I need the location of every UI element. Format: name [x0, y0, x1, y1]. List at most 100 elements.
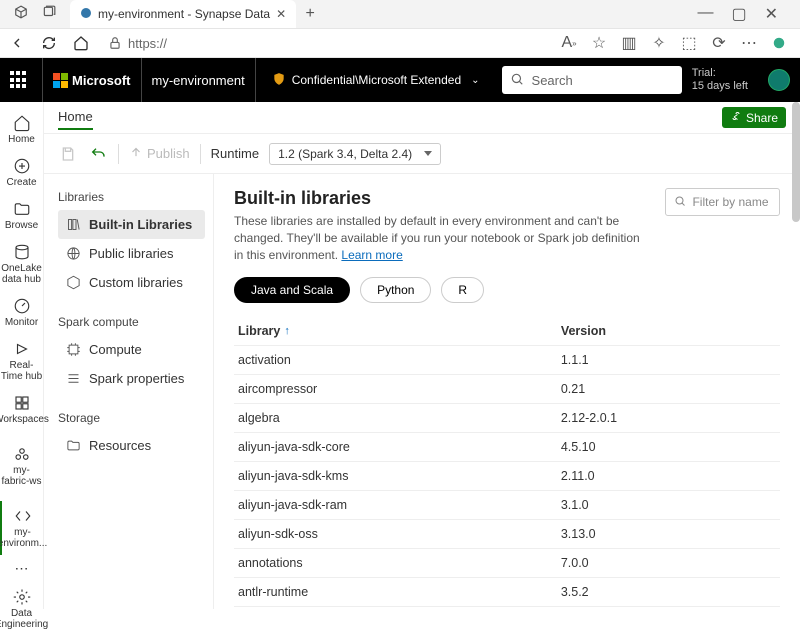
- share-button[interactable]: Share: [722, 107, 786, 128]
- sensitivity-text: Confidential\Microsoft Extended: [292, 73, 461, 87]
- tab-python[interactable]: Python: [360, 277, 431, 303]
- rail-data-engineering[interactable]: Data Engineering: [0, 582, 43, 638]
- scrollbar-thumb[interactable]: [792, 102, 800, 222]
- left-nav-rail: Home Create Browse OneLake data hub Moni…: [0, 102, 44, 609]
- table-row: algebra2.12-2.0.1: [234, 404, 780, 433]
- url-text: https://: [128, 36, 167, 51]
- rail-realtime[interactable]: Real-Time hub: [0, 334, 43, 388]
- search-placeholder: Search: [532, 73, 573, 88]
- workspaces-icon: [13, 394, 31, 412]
- library-name: aliyun-java-sdk-ram: [238, 498, 561, 512]
- sync-icon[interactable]: ⟳: [710, 34, 728, 52]
- column-header-library[interactable]: Library↑: [238, 324, 561, 338]
- back-button[interactable]: [6, 32, 28, 54]
- gear-icon: [13, 588, 31, 606]
- lock-icon: [108, 36, 122, 50]
- sidebar-item-custom-libraries[interactable]: Custom libraries: [58, 268, 205, 297]
- column-header-version[interactable]: Version: [561, 324, 776, 338]
- tabs-icon[interactable]: [42, 5, 56, 24]
- library-version: 2.12-2.0.1: [561, 411, 776, 425]
- library-version: 4.5.10: [561, 440, 776, 454]
- rail-monitor[interactable]: Monitor: [0, 291, 43, 334]
- close-window-icon[interactable]: ✕: [765, 4, 778, 24]
- library-name: aircompressor: [238, 382, 561, 396]
- rail-create[interactable]: Create: [0, 151, 43, 194]
- tab-r[interactable]: R: [441, 277, 484, 303]
- refresh-button[interactable]: [38, 32, 60, 54]
- publish-icon: [129, 145, 143, 162]
- environment-name[interactable]: my-environment: [152, 58, 256, 102]
- more-icon: ⋯: [15, 561, 29, 576]
- rail-home[interactable]: Home: [0, 108, 43, 151]
- search-box[interactable]: Search: [502, 66, 682, 94]
- properties-icon: [66, 371, 81, 386]
- maximize-icon[interactable]: ▢: [731, 4, 746, 24]
- window-controls: — ▢ ✕: [679, 4, 796, 24]
- breadcrumb-home[interactable]: Home: [58, 109, 93, 130]
- add-tab-button[interactable]: +: [296, 0, 324, 28]
- monitor-icon: [13, 297, 31, 315]
- rail-workspaces[interactable]: Workspaces: [0, 388, 43, 431]
- workspace-icon: [13, 445, 31, 463]
- url-bar[interactable]: https://: [102, 36, 550, 51]
- shield-icon: [272, 72, 286, 89]
- publish-button[interactable]: Publish: [129, 145, 190, 162]
- share-icon: [730, 110, 742, 125]
- plus-circle-icon: [13, 157, 31, 175]
- breadcrumb-bar: Home Share: [44, 102, 800, 134]
- collections-icon[interactable]: ✧: [650, 34, 668, 52]
- search-icon: [510, 72, 524, 89]
- rail-onelake[interactable]: OneLake data hub: [0, 237, 43, 291]
- sidebar-item-public-libraries[interactable]: Public libraries: [58, 239, 205, 268]
- read-aloud-icon[interactable]: A»: [560, 34, 578, 52]
- favorite-icon[interactable]: ☆: [590, 34, 608, 52]
- tab-java-scala[interactable]: Java and Scala: [234, 277, 350, 303]
- filter-input[interactable]: Filter by name: [665, 188, 780, 216]
- table-row: aliyun-java-sdk-ram3.1.0: [234, 491, 780, 520]
- microsoft-logo[interactable]: Microsoft: [42, 58, 142, 102]
- sidebar-section-libraries: Libraries: [58, 190, 205, 204]
- toolbar-separator: [118, 144, 119, 164]
- compute-icon: [66, 342, 81, 357]
- close-icon[interactable]: ✕: [276, 7, 286, 21]
- rail-my-fabric-ws[interactable]: my-fabric-ws: [0, 439, 43, 493]
- app-launcher-icon[interactable]: [10, 71, 28, 89]
- table-row: aircompressor0.21: [234, 375, 780, 404]
- rail-browse[interactable]: Browse: [0, 194, 43, 237]
- table-row: annotations7.0.0: [234, 549, 780, 578]
- split-icon[interactable]: ▥: [620, 34, 638, 52]
- database-icon: [13, 243, 31, 261]
- runtime-select[interactable]: 1.2 (Spark 3.4, Delta 2.4): [269, 143, 441, 165]
- browser-right-icons: A» ☆ ▥ ✧ ⬚ ⟳ ⋯: [560, 34, 794, 52]
- main-panel: Built-in libraries These libraries are i…: [214, 174, 800, 609]
- rail-more[interactable]: ⋯: [0, 555, 43, 582]
- extensions-icon[interactable]: ⬚: [680, 34, 698, 52]
- rail-my-environment[interactable]: my-environm...: [0, 501, 43, 555]
- home-icon: [13, 114, 31, 132]
- package-icon: [66, 275, 81, 290]
- minimize-icon[interactable]: —: [697, 4, 713, 24]
- library-name: annotations: [238, 556, 561, 570]
- library-name: aliyun-java-sdk-kms: [238, 469, 561, 483]
- table-row: aliyun-sdk-oss3.13.0: [234, 520, 780, 549]
- cube-icon[interactable]: [14, 5, 28, 24]
- sidebar-item-compute[interactable]: Compute: [58, 335, 205, 364]
- content-area: Libraries Built-in Libraries Public libr…: [44, 174, 800, 609]
- more-icon[interactable]: ⋯: [740, 34, 758, 52]
- toolbar-separator: [200, 144, 201, 164]
- avatar[interactable]: [768, 69, 790, 91]
- learn-more-link[interactable]: Learn more: [341, 248, 402, 262]
- table-row: aliyun-java-sdk-core4.5.10: [234, 433, 780, 462]
- sidebar-item-resources[interactable]: Resources: [58, 431, 205, 460]
- home-button[interactable]: [70, 32, 92, 54]
- library-version: 2.11.0: [561, 469, 776, 483]
- sidebar-item-builtin-libraries[interactable]: Built-in Libraries: [58, 210, 205, 239]
- save-button[interactable]: [58, 144, 78, 164]
- copilot-icon[interactable]: [770, 34, 788, 52]
- language-tabs: Java and Scala Python R: [234, 277, 780, 303]
- sensitivity-label[interactable]: Confidential\Microsoft Extended ⌄: [266, 58, 486, 102]
- undo-button[interactable]: [88, 144, 108, 164]
- filter-placeholder: Filter by name: [692, 195, 768, 209]
- sidebar-item-spark-properties[interactable]: Spark properties: [58, 364, 205, 393]
- browser-tab[interactable]: my-environment - Synapse Data ✕: [70, 0, 296, 28]
